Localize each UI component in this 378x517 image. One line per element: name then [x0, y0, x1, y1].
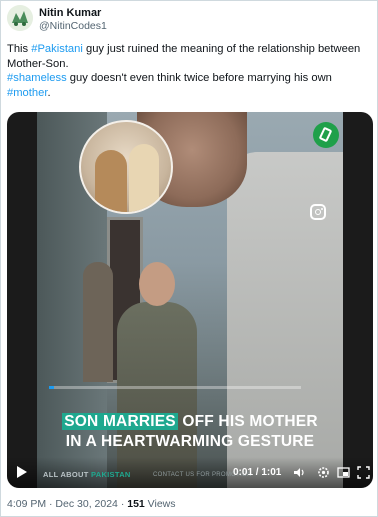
video-time: 0:01 / 1:01 — [233, 467, 282, 478]
avatar-icon — [7, 5, 33, 31]
volume-icon[interactable] — [293, 466, 306, 479]
caption-text: IN A HEARTWARMING GESTURE — [65, 433, 315, 450]
tweet-footer: 4:09 PM · Dec 30, 2024 · 151 Views — [7, 498, 176, 510]
caption-text: OFF HIS MOTHER — [177, 413, 318, 430]
fullscreen-icon-glyph — [357, 466, 370, 479]
tweet-text-segment: guy just ruined the meaning of the relat… — [82, 43, 361, 55]
fullscreen-icon[interactable] — [357, 466, 370, 479]
volume-icon-glyph — [294, 468, 304, 477]
watermark-brand-accent: PAKISTAN — [91, 470, 131, 479]
video-scene-person — [83, 262, 113, 382]
video-player[interactable]: SON MARRIES OFF HIS MOTHER IN A HEARTWAR… — [7, 112, 373, 488]
author-handle[interactable]: @NitinCodes1 — [39, 20, 107, 32]
inset-photo-person — [129, 144, 159, 212]
tweet-text-segment: guy doesn't even think twice before marr… — [66, 72, 332, 85]
instagram-icon — [310, 204, 326, 220]
progress-fill — [49, 386, 55, 389]
inset-photo-person — [95, 150, 127, 212]
pip-icon-glyph — [337, 467, 350, 478]
pip-icon[interactable] — [337, 466, 350, 479]
hashtag-shameless[interactable]: #shameless — [7, 72, 67, 84]
video-controls: ALL ABOUT PAKISTAN CONTACT US FOR PROMOT… — [7, 457, 373, 488]
tweet-text-segment: This — [7, 43, 32, 55]
avatar[interactable] — [7, 5, 33, 31]
tweet-text-segment: Mother-Son. — [7, 57, 69, 70]
author-name[interactable]: Nitin Kumar — [39, 7, 101, 19]
watermark-brand-prefix: ALL ABOUT — [43, 470, 91, 479]
video-caption: SON MARRIES OFF HIS MOTHER IN A HEARTWAR… — [7, 412, 373, 452]
hashtag-pakistani[interactable]: #Pakistani — [31, 43, 83, 55]
tweet-timestamp[interactable]: 4:09 PM · Dec 30, 2024 · — [7, 498, 127, 510]
tweet-card: Nitin Kumar @NitinCodes1 This #Pakistani… — [0, 0, 378, 517]
watermark-brand: ALL ABOUT PAKISTAN — [43, 470, 131, 479]
views-count: 151 — [127, 498, 145, 510]
progress-track[interactable] — [49, 386, 301, 389]
play-icon[interactable] — [17, 466, 27, 478]
inset-photo — [79, 120, 173, 214]
gear-icon-glyph — [318, 467, 329, 478]
caption-highlight: SON MARRIES — [62, 413, 178, 430]
video-scene-woman — [117, 262, 197, 488]
settings-gear-icon[interactable] — [317, 466, 330, 479]
views-label: Views — [144, 498, 176, 510]
tweet-header: Nitin Kumar @NitinCodes1 — [7, 5, 367, 33]
hashtag-mother[interactable]: #mother — [7, 87, 47, 99]
video-scene-woman-face — [139, 262, 175, 306]
channel-logo-icon — [313, 122, 339, 148]
tweet-text-segment: . — [47, 86, 51, 99]
tweet-text: This #Pakistani guy just ruined the mean… — [7, 42, 373, 100]
